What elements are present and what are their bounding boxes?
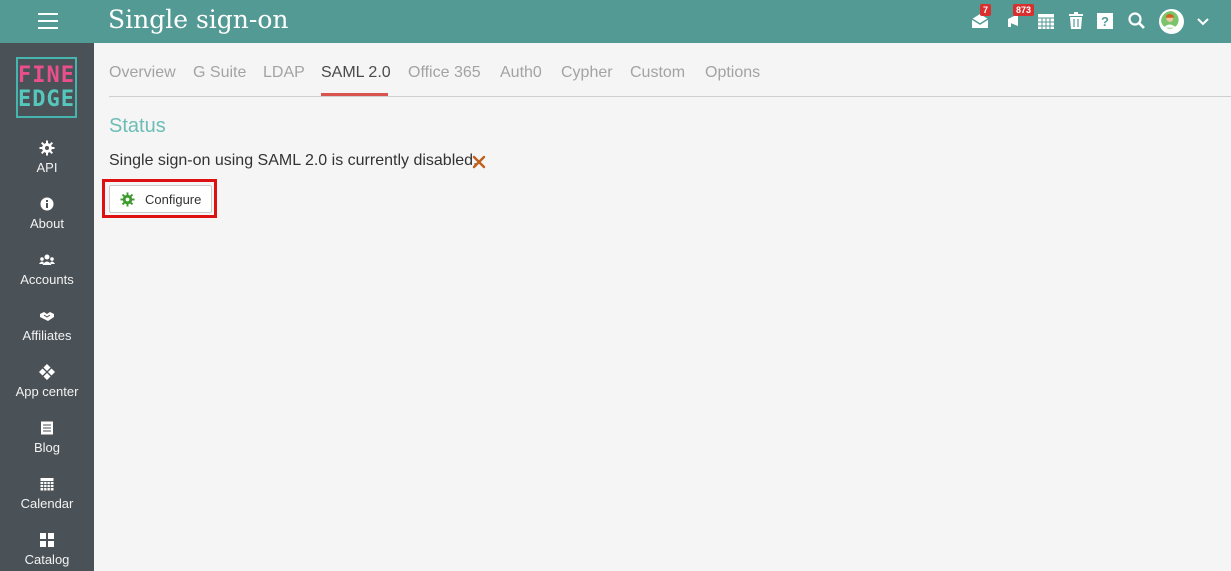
calendar-grid-icon[interactable] xyxy=(1036,11,1056,31)
svg-text:?: ? xyxy=(1101,14,1109,29)
search-icon[interactable] xyxy=(1127,11,1147,31)
status-heading: Status xyxy=(109,115,166,137)
users-icon xyxy=(39,252,55,268)
tab-options[interactable]: Options xyxy=(705,64,760,82)
gear-icon xyxy=(39,140,55,156)
mail-badge: 7 xyxy=(980,4,992,16)
top-header-bar: Single sign-on 7 873 ? xyxy=(0,0,1231,43)
fine-edge-logo[interactable]: FINE EDGE xyxy=(16,57,77,118)
gear-icon xyxy=(120,192,135,207)
catalog-grid-icon xyxy=(39,532,55,548)
active-tab-indicator xyxy=(321,93,388,96)
notifications-icon[interactable]: 873 xyxy=(1004,4,1035,31)
tab-g-suite[interactable]: G Suite xyxy=(193,64,246,82)
sidebar-item-label: Accounts xyxy=(20,272,74,287)
calendar-icon xyxy=(39,476,55,492)
sidebar-item-catalog[interactable]: Catalog xyxy=(0,532,94,571)
status-message: Single sign-on using SAML 2.0 is current… xyxy=(109,152,478,169)
sidebar-item-label: Catalog xyxy=(24,552,70,567)
sidebar-item-affiliates[interactable]: Affiliates xyxy=(0,308,94,364)
sidebar-item-blog[interactable]: Blog xyxy=(0,420,94,476)
logo-line-2: EDGE xyxy=(18,86,75,112)
tab-overview[interactable]: Overview xyxy=(109,64,176,82)
sidebar-item-label: About xyxy=(30,216,64,231)
sidebar-item-label: API xyxy=(36,160,58,175)
sso-provider-tabs: Overview G Suite LDAP SAML 2.0 Office 36… xyxy=(109,60,1231,97)
sidebar: FINE EDGE API About Accounts Affiliates … xyxy=(0,43,94,571)
hamburger-icon[interactable] xyxy=(38,13,58,29)
sidebar-item-label: App center xyxy=(15,384,79,399)
help-icon[interactable]: ? xyxy=(1095,11,1115,31)
tab-cypher[interactable]: Cypher xyxy=(561,64,613,82)
configure-button[interactable]: Configure xyxy=(109,185,212,213)
tab-ldap[interactable]: LDAP xyxy=(263,64,305,82)
sidebar-item-calendar[interactable]: Calendar xyxy=(0,476,94,532)
page-title: Single sign-on xyxy=(108,5,289,34)
chevron-down-icon[interactable] xyxy=(1196,15,1210,29)
sidebar-item-label: Affiliates xyxy=(22,328,72,343)
sidebar-item-label: Calendar xyxy=(20,496,74,511)
handshake-icon xyxy=(39,308,55,324)
mail-icon[interactable]: 7 xyxy=(970,4,992,31)
sidebar-item-api[interactable]: API xyxy=(0,140,94,196)
info-icon xyxy=(39,196,55,212)
trash-icon[interactable] xyxy=(1066,11,1086,31)
tab-office-365[interactable]: Office 365 xyxy=(408,64,481,82)
close-icon xyxy=(471,154,487,170)
tab-custom[interactable]: Custom xyxy=(630,64,685,82)
diamond-grid-icon xyxy=(39,364,55,380)
tab-auth0[interactable]: Auth0 xyxy=(500,64,542,82)
sidebar-item-accounts[interactable]: Accounts xyxy=(0,252,94,308)
user-avatar[interactable] xyxy=(1159,9,1184,34)
logo-line-1: FINE xyxy=(18,62,75,88)
configure-button-label: Configure xyxy=(145,192,202,207)
notifications-badge: 873 xyxy=(1013,4,1035,16)
sidebar-item-app-center[interactable]: App center xyxy=(0,364,94,420)
sidebar-item-label: Blog xyxy=(33,440,61,455)
tab-saml[interactable]: SAML 2.0 xyxy=(321,64,391,82)
sidebar-item-about[interactable]: About xyxy=(0,196,94,252)
blog-icon xyxy=(39,420,55,436)
